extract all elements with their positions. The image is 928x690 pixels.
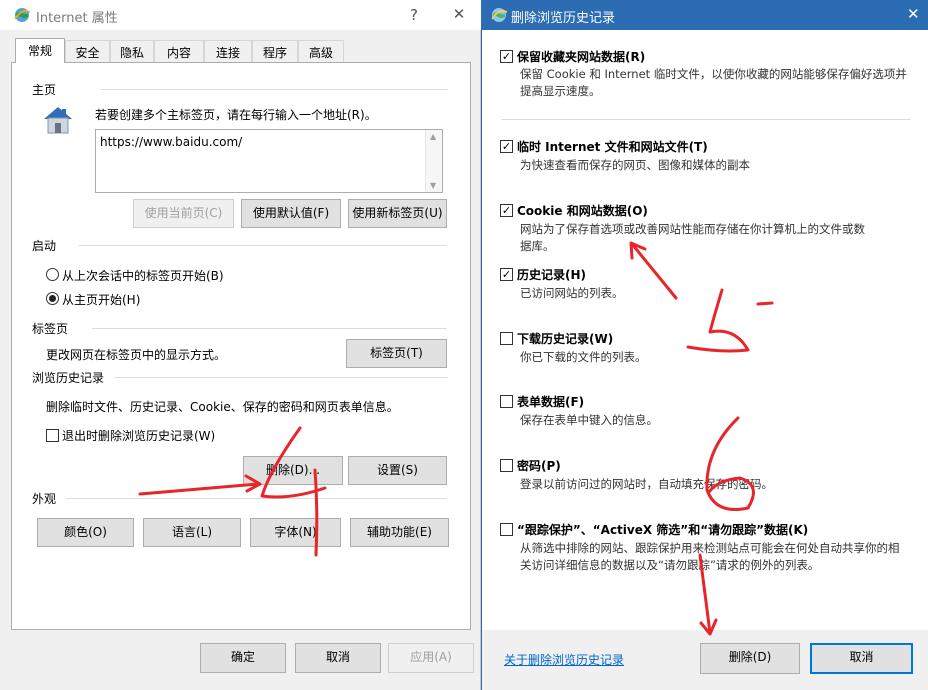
startup-group-label: 启动 — [32, 239, 57, 253]
temp-files-desc: 为快速查看而保存的网页、图像和媒体的副本 — [520, 158, 750, 172]
window-title: Internet 属性 — [36, 11, 118, 26]
tabs-settings-button[interactable]: 标签页(T) — [346, 339, 447, 368]
history-desc: 已访问网站的列表。 — [520, 286, 624, 300]
options-panel: ✓ 保留收藏夹网站数据(R) 保留 Cookie 和 Internet 临时文件… — [482, 30, 928, 630]
accessibility-button[interactable]: 辅助功能(E) — [350, 518, 449, 547]
appearance-group-divider — [66, 498, 447, 499]
textarea-scrollbar[interactable]: ▲ ▼ — [425, 130, 442, 192]
passwords-desc: 登录以前访问过的网站时，自动填充保存的密码。 — [520, 477, 773, 491]
about-delete-history-link[interactable]: 关于删除浏览历史记录 — [504, 651, 624, 668]
languages-button[interactable]: 语言(L) — [143, 518, 241, 547]
delete-on-exit-checkbox[interactable] — [46, 429, 59, 442]
scroll-down-icon[interactable]: ▼ — [430, 181, 436, 190]
temp-files-checkbox[interactable]: ✓ — [500, 140, 513, 153]
tabs-description: 更改网页在标签页中的显示方式。 — [46, 348, 227, 362]
window-title: 删除浏览历史记录 — [511, 11, 616, 26]
keep-favorites-desc-2: 提高显示速度。 — [520, 84, 601, 98]
homepage-group-label: 主页 — [32, 83, 57, 97]
cookies-desc-2: 据库。 — [520, 239, 555, 253]
radio-homepage-label: 从主页开始(H) — [62, 293, 141, 307]
form-data-title: 表单数据(F) — [517, 395, 585, 409]
history-group-divider — [115, 377, 447, 378]
house-icon — [44, 107, 72, 134]
ie-globe-icon — [14, 8, 31, 22]
history-description: 删除临时文件、历史记录、Cookie、保存的密码和网页表单信息。 — [46, 400, 399, 414]
use-current-button[interactable]: 使用当前页(C) — [133, 199, 234, 228]
history-title: 历史记录(H) — [517, 268, 587, 282]
tabs-group-divider — [92, 328, 447, 329]
cookies-checkbox[interactable]: ✓ — [500, 204, 513, 217]
keep-favorites-desc-1: 保留 Cookie 和 Internet 临时文件，以使你收藏的网站能够保存偏好… — [520, 67, 907, 81]
dialog-footer: 关于删除浏览历史记录 删除(D) 取消 — [482, 630, 928, 690]
cookies-title: Cookie 和网站数据(O) — [517, 204, 648, 218]
history-group-label: 浏览历史记录 — [32, 371, 105, 385]
tab-connections[interactable]: 连接 — [204, 40, 252, 62]
use-default-button[interactable]: 使用默认值(F) — [241, 199, 341, 228]
fonts-button[interactable]: 字体(N) — [250, 518, 341, 547]
keep-favorites-title: 保留收藏夹网站数据(R) — [517, 50, 646, 64]
tracking-protection-desc-1: 从筛选中排除的网站、跟踪保护用来检测站点可能会在何处自动共享你的相 — [520, 541, 900, 555]
use-new-tab-button[interactable]: 使用新标签页(U) — [348, 199, 447, 228]
tracking-protection-checkbox[interactable] — [500, 523, 513, 536]
passwords-checkbox[interactable] — [500, 459, 513, 472]
appearance-group-label: 外观 — [32, 492, 57, 506]
radio-last-session-label: 从上次会话中的标签页开始(B) — [62, 269, 224, 283]
radio-homepage[interactable] — [46, 292, 59, 305]
tab-security[interactable]: 安全 — [65, 40, 110, 62]
confirm-delete-button[interactable]: 删除(D) — [700, 643, 800, 674]
tab-general[interactable]: 常规 — [15, 38, 65, 63]
passwords-title: 密码(P) — [517, 459, 561, 473]
startup-group-divider — [79, 245, 447, 246]
homepage-url-value: https://www.baidu.com/ — [100, 135, 243, 149]
close-button[interactable]: ✕ — [907, 5, 920, 23]
temp-files-title: 临时 Internet 文件和网站文件(T) — [517, 140, 708, 154]
internet-properties-dialog: Internet 属性 ? ✕ 常规 安全 隐私 内容 连接 程序 高级 主页 … — [0, 0, 481, 690]
delete-history-dialog: 删除浏览历史记录 ✕ ✓ 保留收藏夹网站数据(R) 保留 Cookie 和 In… — [481, 0, 928, 690]
homepage-group-divider — [101, 89, 447, 90]
tab-content[interactable]: 内容 — [154, 40, 204, 62]
cancel-button[interactable]: 取消 — [810, 643, 913, 674]
tab-programs[interactable]: 程序 — [252, 40, 298, 62]
ie-globe-icon — [491, 8, 508, 22]
history-checkbox[interactable]: ✓ — [500, 268, 513, 281]
form-data-desc: 保存在表单中键入的信息。 — [520, 413, 658, 427]
options-divider — [501, 119, 911, 120]
download-history-title: 下载历史记录(W) — [517, 332, 614, 346]
delete-history-button[interactable]: 删除(D)... — [243, 456, 343, 485]
tracking-protection-desc-2: 关访问详细信息的数据以及“请勿跟踪”请求的例外的列表。 — [520, 558, 820, 572]
history-settings-button[interactable]: 设置(S) — [348, 456, 447, 485]
tab-privacy[interactable]: 隐私 — [110, 40, 154, 62]
cookies-desc-1: 网站为了保存首选项或改善网站性能而存储在你计算机上的文件或数 — [520, 222, 865, 236]
ok-button[interactable]: 确定 — [200, 643, 286, 673]
tracking-protection-title: “跟踪保护”、“ActiveX 筛选”和“请勿跟踪”数据(K) — [517, 523, 809, 537]
homepage-url-textarea[interactable]: https://www.baidu.com/ ▲ ▼ — [95, 129, 443, 193]
help-button[interactable]: ? — [405, 6, 423, 24]
form-data-checkbox[interactable] — [500, 395, 513, 408]
close-button[interactable]: ✕ — [449, 5, 469, 23]
download-history-desc: 你已下载的文件的列表。 — [520, 350, 647, 364]
keep-favorites-checkbox[interactable]: ✓ — [500, 50, 513, 63]
tab-advanced[interactable]: 高级 — [298, 40, 344, 62]
scroll-up-icon[interactable]: ▲ — [430, 132, 436, 141]
apply-button[interactable]: 应用(A) — [388, 643, 474, 673]
title-bar: 删除浏览历史记录 ✕ — [482, 0, 928, 30]
cancel-button[interactable]: 取消 — [295, 643, 381, 673]
radio-last-session[interactable] — [46, 268, 59, 281]
tabs-group-label: 标签页 — [32, 322, 69, 336]
delete-on-exit-label: 退出时删除浏览历史记录(W) — [62, 429, 216, 443]
colors-button[interactable]: 颜色(O) — [37, 518, 134, 547]
download-history-checkbox[interactable] — [500, 332, 513, 345]
title-bar: Internet 属性 ? ✕ — [0, 0, 481, 30]
homepage-instruction: 若要创建多个主标签页，请在每行输入一个地址(R)。 — [95, 108, 377, 122]
